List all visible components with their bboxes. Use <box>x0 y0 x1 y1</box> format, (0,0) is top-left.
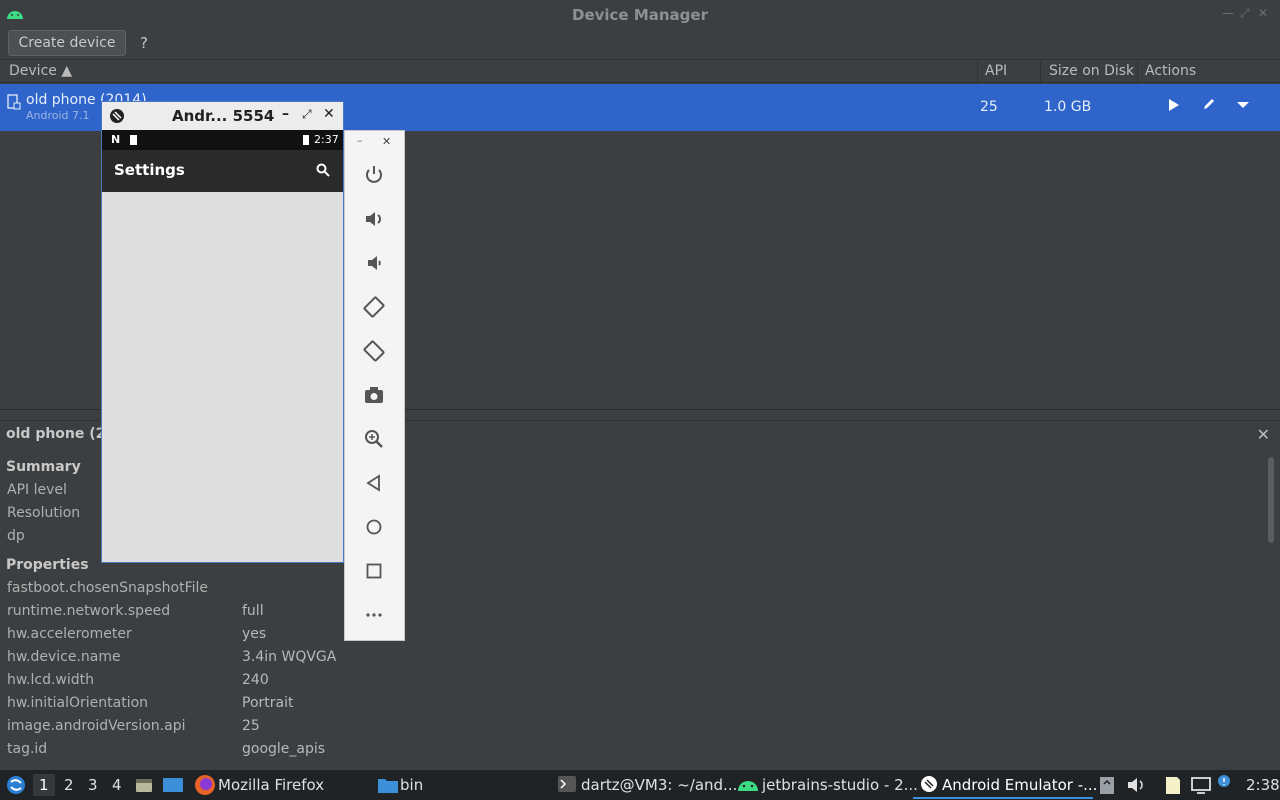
phone-icon <box>7 94 21 110</box>
property-key: runtime.network.speed <box>7 603 171 619</box>
taskbar-terminal[interactable]: dartz@VM3: ~/and... <box>581 776 737 794</box>
restore-icon[interactable]: ⤢ <box>1240 6 1250 21</box>
info-icon[interactable] <box>1217 774 1231 788</box>
workspace-4[interactable]: 4 <box>112 776 122 794</box>
taskbar: 1 2 3 4 Mozilla Firefox bin dartz@VM3: ~… <box>0 770 1280 800</box>
workspace-1[interactable]: 1 <box>39 776 49 794</box>
create-device-button[interactable]: Create device <box>8 30 126 56</box>
rotate-left-icon[interactable] <box>360 293 388 321</box>
property-key: tag.id <box>7 741 48 757</box>
camera-icon[interactable] <box>360 381 388 409</box>
property-key: hw.lcd.width <box>7 672 95 688</box>
minimize-icon[interactable]: – <box>357 134 363 147</box>
volume-up-icon[interactable] <box>360 205 388 233</box>
column-actions: Actions <box>1145 63 1197 79</box>
back-icon[interactable] <box>360 469 388 497</box>
folder-icon <box>378 779 398 793</box>
sd-card-icon <box>130 135 137 145</box>
property-value: 25 <box>242 718 260 734</box>
emulator-icon <box>921 776 937 792</box>
terminal-icon <box>558 776 576 792</box>
device-api: 25 <box>980 99 998 115</box>
property-value: 3.4in WQVGA <box>242 649 337 665</box>
battery-icon <box>303 135 309 145</box>
clock: 2:38 <box>1246 776 1280 794</box>
volume-icon[interactable] <box>1126 776 1146 794</box>
notes-icon[interactable] <box>1164 774 1182 796</box>
column-api[interactable]: API <box>985 63 1007 79</box>
chevron-down-icon[interactable] <box>1236 101 1250 109</box>
android-studio-icon <box>738 781 758 791</box>
taskbar-folder[interactable]: bin <box>400 776 423 794</box>
emulator-title: Andr... 5554 <box>172 107 275 125</box>
edit-icon[interactable] <box>1202 97 1216 111</box>
play-icon[interactable] <box>1168 98 1180 112</box>
window-title: Device Manager <box>572 6 708 24</box>
close-icon[interactable]: ✕ <box>382 135 391 148</box>
start-menu-icon[interactable] <box>6 775 26 795</box>
toolbar: Create device ? <box>0 30 1280 58</box>
taskbar-firefox[interactable]: Mozilla Firefox <box>218 776 324 794</box>
details-title: old phone (2 <box>6 426 106 442</box>
firefox-icon <box>195 775 215 795</box>
property-key: hw.initialOrientation <box>7 695 149 711</box>
emulator-sidebar: – ✕ <box>344 130 405 641</box>
close-icon[interactable]: ✕ <box>1258 6 1268 20</box>
workspace-3[interactable]: 3 <box>88 776 98 794</box>
volume-down-icon[interactable] <box>360 249 388 277</box>
close-icon[interactable]: ✕ <box>323 106 335 122</box>
taskbar-studio[interactable]: jetbrains-studio - 2... <box>762 776 918 794</box>
property-value: google_apis <box>242 741 326 757</box>
taskbar-emulator[interactable]: Android Emulator -... <box>942 776 1097 794</box>
help-button[interactable]: ? <box>140 34 148 52</box>
scrollbar[interactable] <box>1268 457 1274 543</box>
properties-heading: Properties <box>6 557 89 573</box>
table-header: Device ▲ API Size on Disk Actions <box>0 59 1280 84</box>
summary-key: API level <box>7 482 67 498</box>
property-value: 240 <box>242 672 269 688</box>
property-key: hw.device.name <box>7 649 121 665</box>
emulator-screen[interactable] <box>102 192 343 562</box>
app-bar: Settings <box>102 150 343 192</box>
desktop-icon[interactable] <box>162 775 184 795</box>
status-bar: N 2:37 <box>102 130 343 150</box>
column-size[interactable]: Size on Disk <box>1049 63 1134 79</box>
overview-icon[interactable] <box>360 557 388 585</box>
property-value: full <box>242 603 264 619</box>
more-icon[interactable] <box>360 601 388 629</box>
property-key: fastboot.chosenSnapshotFile <box>7 580 209 596</box>
device-size: 1.0 GB <box>1044 99 1092 115</box>
property-value: Portrait <box>242 695 294 711</box>
close-icon[interactable]: ✕ <box>1257 425 1270 444</box>
minimize-icon[interactable]: – <box>282 106 289 122</box>
summary-key: Resolution <box>7 505 81 521</box>
property-value: yes <box>242 626 267 642</box>
rotate-right-icon[interactable] <box>360 337 388 365</box>
zoom-icon[interactable] <box>360 425 388 453</box>
file-manager-icon[interactable] <box>134 775 154 795</box>
notification-icon: N <box>111 133 121 146</box>
power-icon[interactable] <box>360 161 388 189</box>
status-time: 2:37 <box>314 133 339 146</box>
device-subtitle: Android 7.1 <box>26 109 90 122</box>
minimize-icon[interactable]: — <box>1222 6 1234 20</box>
summary-heading: Summary <box>6 459 81 475</box>
workspace-2[interactable]: 2 <box>64 776 74 794</box>
maximize-icon[interactable]: ⤢ <box>302 107 312 122</box>
app-title: Settings <box>114 161 185 179</box>
emulator-title-bar[interactable]: Andr... 5554 – ⤢ ✕ <box>102 102 343 130</box>
title-bar: Device Manager — ⤢ ✕ <box>0 0 1280 30</box>
emulator-logo-icon <box>110 109 124 123</box>
property-key: image.androidVersion.api <box>7 718 186 734</box>
clipboard-icon[interactable] <box>1099 775 1115 795</box>
search-icon[interactable] <box>316 163 330 177</box>
property-key: hw.accelerometer <box>7 626 132 642</box>
summary-key: dp <box>7 528 25 544</box>
emulator-window: Andr... 5554 – ⤢ ✕ N 2:37 Settings <box>101 101 344 563</box>
column-device[interactable]: Device ▲ <box>9 63 72 79</box>
network-icon[interactable] <box>1190 776 1212 794</box>
home-icon[interactable] <box>360 513 388 541</box>
